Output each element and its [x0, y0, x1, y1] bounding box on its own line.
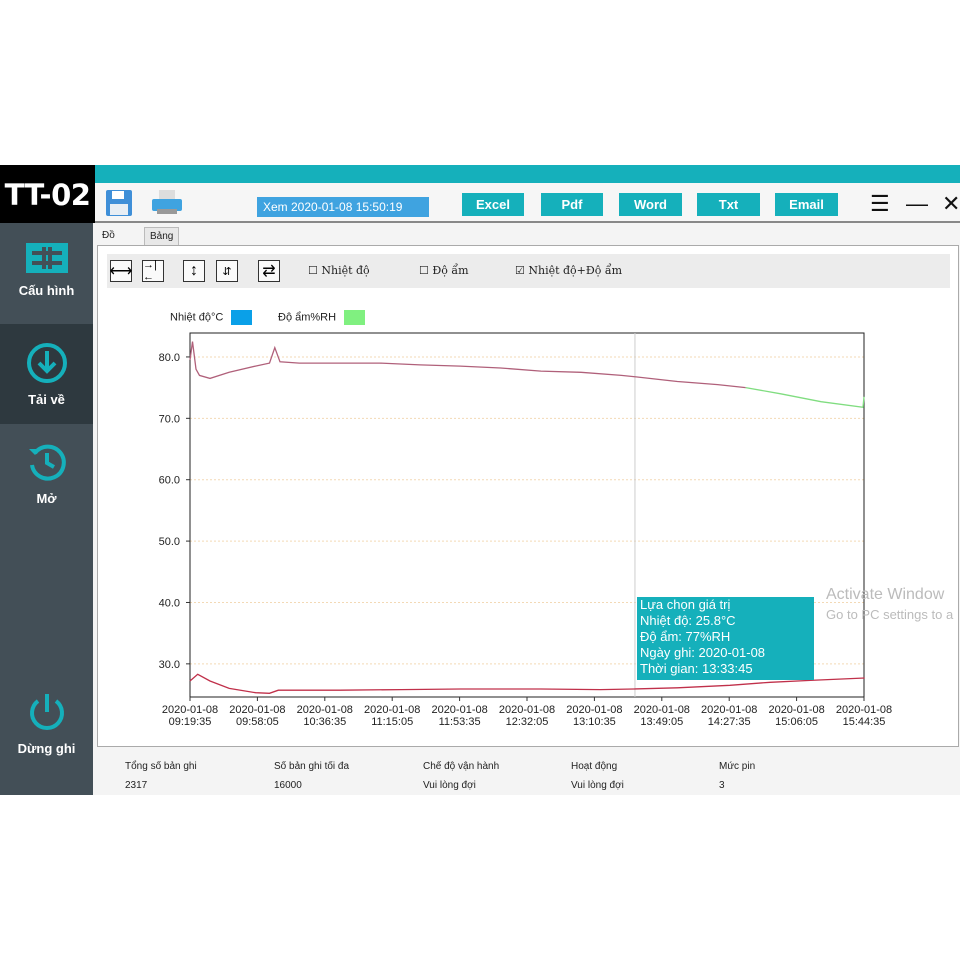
tooltip-line: Nhiệt độ: 25.8°C [640, 613, 736, 628]
x-tick-time: 11:53:35 [439, 716, 481, 728]
x-tick-date: 2020-01-08 [364, 704, 420, 716]
y-tick-label: 50.0 [159, 536, 180, 548]
y-tick-label: 70.0 [159, 413, 180, 425]
x-tick-date: 2020-01-08 [499, 704, 555, 716]
x-tick-date: 2020-01-08 [634, 704, 690, 716]
series-line [745, 386, 865, 409]
x-tick-time: 15:06:05 [775, 716, 818, 728]
value-tooltip: Lựa chọn giá trị Nhiệt độ: 25.8°C Độ ẩm: 7… [637, 597, 814, 680]
tooltip-line: Độ ẩm: 77%RH [640, 629, 731, 644]
tooltip-line: Lựa chọn giá trị [640, 597, 731, 612]
watermark-line: Activate Window [826, 586, 945, 603]
x-tick-time: 13:49:05 [640, 716, 683, 728]
x-tick-time: 09:19:35 [169, 716, 212, 728]
x-tick-time: 11:15:05 [371, 716, 413, 728]
tooltip-line: Ngày ghi: 2020-01-08 [640, 645, 766, 660]
x-tick-date: 2020-01-08 [297, 704, 353, 716]
series-line [189, 341, 746, 389]
x-tick-time: 14:27:35 [708, 716, 751, 728]
tooltip-line: Thời gian: 13:33:45 [640, 661, 753, 676]
y-tick-label: 80.0 [159, 352, 180, 364]
x-tick-time: 10:36:35 [303, 716, 346, 728]
y-tick-label: 30.0 [159, 659, 180, 671]
y-tick-label: 40.0 [159, 597, 180, 609]
x-tick-date: 2020-01-08 [768, 704, 824, 716]
x-tick-time: 15:44:35 [843, 716, 886, 728]
x-tick-time: 12:32:05 [506, 716, 549, 728]
chart[interactable]: 30.040.050.060.070.080.02020-01-0809:19:… [0, 0, 960, 960]
x-tick-date: 2020-01-08 [701, 704, 757, 716]
x-tick-time: 09:58:05 [236, 716, 279, 728]
x-tick-date: 2020-01-08 [229, 704, 285, 716]
x-tick-date: 2020-01-08 [162, 704, 218, 716]
x-tick-date: 2020-01-08 [566, 704, 622, 716]
activation-watermark: Activate Window Go to PC settings to a [826, 585, 953, 625]
x-tick-time: 13:10:35 [573, 716, 616, 728]
watermark-line: Go to PC settings to a [826, 607, 954, 622]
x-tick-date: 2020-01-08 [431, 704, 487, 716]
x-tick-date: 2020-01-08 [836, 704, 892, 716]
y-tick-label: 60.0 [159, 475, 180, 487]
